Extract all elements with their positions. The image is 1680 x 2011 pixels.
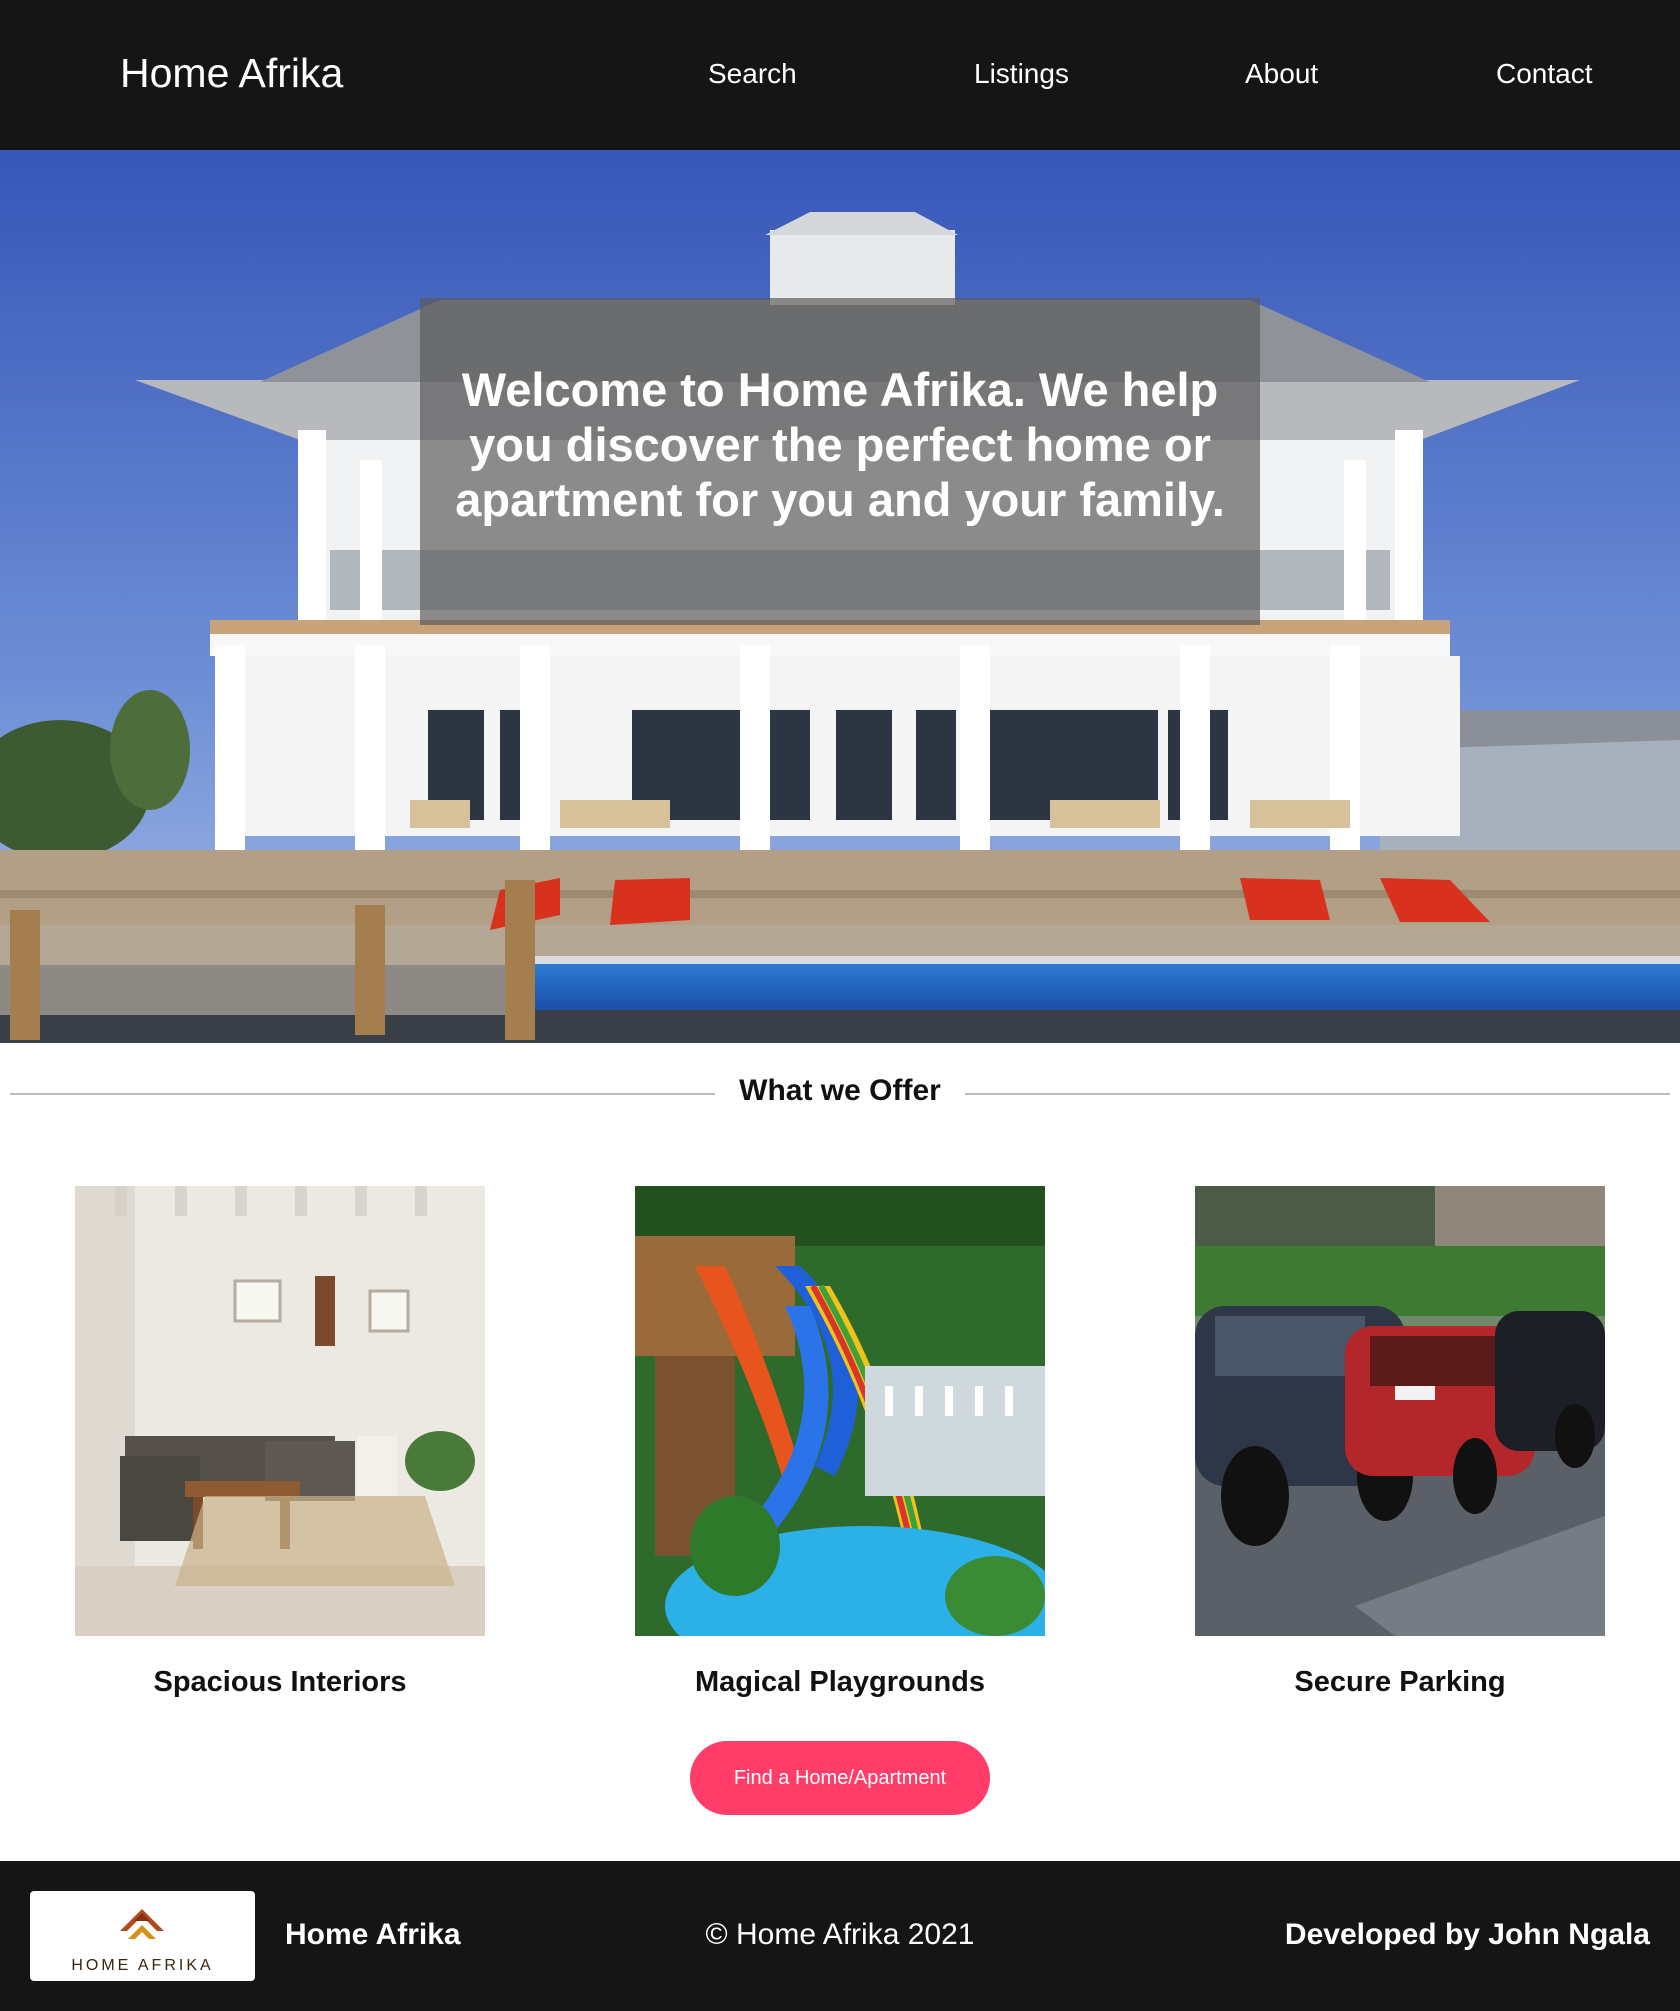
nav-about-link[interactable]: About [1245,58,1318,90]
nav-contact-link[interactable]: Contact [1496,58,1593,90]
footer-logo-text: HOME AFRIKA [71,1957,214,1974]
card-label-parking: Secure Parking [1294,1666,1506,1698]
hero-headline: Welcome to Home Afrika. We help you disc… [455,363,1225,526]
hero-section: Welcome to Home Afrika. We help you disc… [0,150,1680,1043]
offer-section-title: What we Offer [0,1074,1680,1108]
nav-search-link[interactable]: Search [708,58,797,90]
card-label-interiors: Spacious Interiors [153,1666,407,1698]
find-home-button[interactable]: Find a Home/Apartment [690,1741,990,1815]
card-image-parking [1195,1186,1605,1636]
card-label-playgrounds: Magical Playgrounds [694,1666,986,1698]
site-footer: HOME AFRIKA Home Afrika © Home Afrika 20… [0,1861,1680,2011]
site-header: Home Afrika Search Listings About Contac… [0,0,1680,150]
nav-listings-link[interactable]: Listings [974,58,1069,90]
card-image-interiors [75,1186,485,1636]
footer-developer-credit: Developed by John Ngala [1284,1918,1650,1951]
brand-logo-text[interactable]: Home Afrika [120,50,343,97]
card-image-playgrounds [635,1186,1045,1636]
